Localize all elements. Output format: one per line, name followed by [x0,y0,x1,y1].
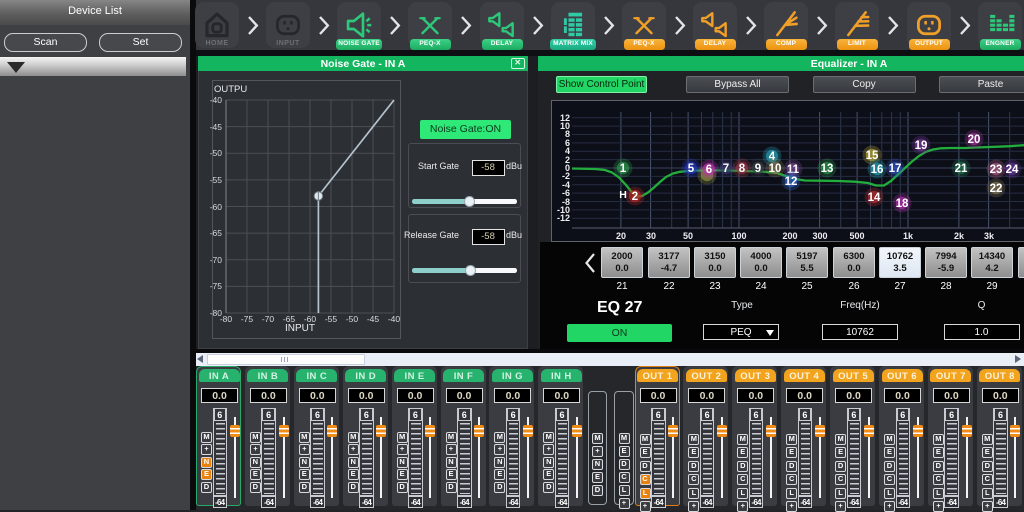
svg-text:5: 5 [688,163,695,175]
svg-text:16: 16 [871,164,884,176]
svg-text:21: 21 [955,163,968,175]
svg-text:23: 23 [990,164,1003,176]
svg-text:24: 24 [1006,164,1019,176]
svg-text:6: 6 [706,164,712,176]
svg-text:9: 9 [755,163,761,175]
svg-text:19: 19 [915,140,928,152]
svg-text:22: 22 [990,183,1003,195]
svg-text:H: H [619,189,627,201]
svg-text:8: 8 [739,163,746,175]
svg-text:7: 7 [723,163,729,175]
svg-text:2: 2 [632,191,638,203]
svg-text:14: 14 [868,192,881,204]
svg-text:1: 1 [620,163,627,175]
svg-text:10: 10 [769,163,782,175]
svg-text:12: 12 [785,176,798,188]
svg-text:20: 20 [968,134,981,146]
svg-text:18: 18 [896,198,909,210]
svg-text:17: 17 [889,163,902,175]
svg-text:13: 13 [821,163,834,175]
